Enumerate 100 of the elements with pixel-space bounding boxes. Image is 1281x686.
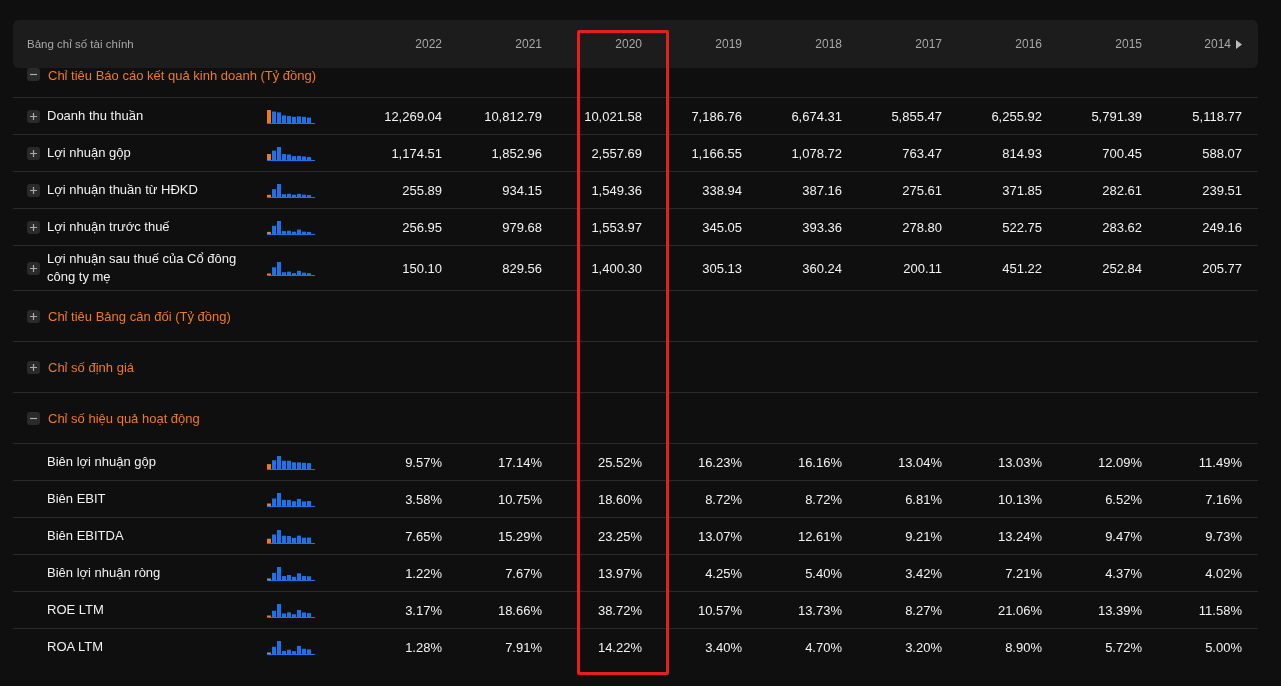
table-cell-text: 7.16% [1204, 491, 1242, 507]
expand-button[interactable] [27, 220, 40, 234]
table-cell-text: 371.85 [1001, 182, 1042, 198]
table-cell-text: 5,118.77 [1191, 108, 1242, 124]
section-title[interactable]: Chỉ số hiệu quả hoạt động [48, 410, 200, 426]
table-cell-text: 3.42% [904, 565, 942, 581]
table-cell-text: 13.07% [696, 528, 742, 544]
table-cell-text: 5,791.39 [1090, 108, 1142, 124]
table-cell-text: 3.17% [404, 602, 442, 618]
table-cell-text: 2,557.69 [590, 145, 642, 161]
table-cell-text: 13.03% [996, 454, 1042, 470]
table-cell-text: 10.57% [696, 602, 742, 618]
caret-right-icon[interactable] [1236, 39, 1242, 49]
toggle-button[interactable] [27, 68, 40, 81]
table-cell-text: 10,021.58 [583, 108, 642, 124]
table-cell-text: 345.05 [701, 219, 742, 235]
section-title[interactable]: Chỉ tiêu Báo cáo kết quả kinh doanh (Tỷ đồng) [48, 68, 317, 83]
table-cell-text: 4.70% [804, 639, 842, 655]
table-cell-text: 16.23% [696, 454, 742, 470]
expand-button[interactable] [27, 183, 40, 197]
table-cell-text: 275.61 [901, 182, 942, 198]
table-cell-text: 13.39% [1096, 602, 1142, 618]
table-cell-text: 23.25% [596, 528, 642, 544]
year-header: 2020 [614, 37, 642, 51]
table-cell-text: 12.61% [796, 528, 842, 544]
table-cell-text: 6,674.31 [790, 108, 842, 124]
table-cell-text: 5.72% [1104, 639, 1142, 655]
table-cell-text: 9.57% [404, 454, 442, 470]
table-cell-text: 1,549.36 [590, 182, 642, 198]
plus-icon [29, 148, 38, 158]
plus-icon [29, 311, 38, 321]
table-cell-text: 5.40% [804, 565, 842, 581]
table-cell-text: 387.16 [801, 182, 842, 198]
table-cell-text: 12,269.04 [383, 108, 442, 124]
table-cell-text: 278.80 [901, 219, 942, 235]
table-cell-text: 522.75 [1001, 219, 1042, 235]
table-cell-text: 305.13 [701, 260, 742, 276]
table-cell-text: 3.40% [704, 639, 742, 655]
table-cell-text: 829.56 [501, 260, 542, 276]
sparkline-drawing [267, 260, 315, 276]
sparkline-drawing [267, 528, 315, 544]
table-cell-text: 6.81% [904, 491, 942, 507]
table-cell-text: 18.60% [596, 491, 642, 507]
table-cell-text: 200.11 [902, 260, 942, 276]
section-title[interactable]: Chỉ số định giá [48, 359, 134, 375]
row-label: Doanh thu thuần [47, 107, 144, 125]
table-cell-text: 249.16 [1201, 219, 1242, 235]
row-label: Biên lợi nhuận ròng [47, 564, 161, 582]
table-cell-text: 205.77 [1201, 260, 1242, 276]
table-cell-text: 1,400.30 [590, 260, 642, 276]
table-cell-text: 10,812.79 [483, 108, 542, 124]
plus-icon [29, 222, 38, 232]
table-cell-text: 7.21% [1004, 565, 1042, 581]
section-title[interactable]: Chỉ tiêu Bảng cân đối (Tỷ đồng) [48, 308, 231, 324]
table-cell-text: 18.66% [496, 602, 542, 618]
table-cell-text: 338.94 [701, 182, 742, 198]
table-cell-text: 15.29% [496, 528, 542, 544]
table-cell-text: 1,553.97 [590, 219, 642, 235]
table-cell-text: 11.49% [1197, 454, 1242, 470]
table-cell-text: 12.09% [1096, 454, 1142, 470]
sparkline-drawing [267, 602, 315, 618]
toggle-button[interactable] [27, 360, 40, 374]
table-cell-text: 7.65% [404, 528, 442, 544]
table-cell-text: 252.84 [1101, 260, 1142, 276]
table-cell-text: 8.72% [704, 491, 742, 507]
expand-button[interactable] [27, 261, 40, 275]
year-header: 2019 [714, 37, 742, 51]
table-cell-text: 3.58% [404, 491, 442, 507]
table-cell-text: 25.52% [596, 454, 642, 470]
table-cell-text: 9.21% [904, 528, 942, 544]
table-cell-text: 13.73% [796, 602, 842, 618]
table-cell-text: 150.10 [401, 260, 442, 276]
table-cell-text: 1,078.72 [790, 145, 842, 161]
table-cell-text: 8.27% [904, 602, 942, 618]
plus-icon [29, 111, 38, 121]
row-label: Lợi nhuận sau thuế của Cổ đông công ty mẹ [47, 250, 238, 286]
table-cell-text: 1.22% [404, 565, 442, 581]
expand-button[interactable] [27, 146, 40, 160]
expand-button[interactable] [27, 109, 40, 123]
toggle-button[interactable] [27, 309, 40, 323]
table-cell-text: 451.22 [1001, 260, 1042, 276]
row-label: Lợi nhuận gộp [47, 144, 131, 162]
sparkline-drawing [267, 565, 315, 581]
table-cell-text: 763.47 [901, 145, 942, 161]
table-cell-text: 10.75% [496, 491, 542, 507]
table-cell-text: 5,855.47 [890, 108, 942, 124]
table-cell-text: 4.37% [1104, 565, 1142, 581]
sparkline-drawing [267, 639, 315, 655]
table-cell-text: 10.13% [996, 491, 1042, 507]
sparkline-drawing [267, 145, 315, 161]
table-cell-text: 9.47% [1104, 528, 1142, 544]
table-cell-text: 1,174.51 [390, 145, 442, 161]
table-cell-text: 16.16% [796, 454, 842, 470]
table-cell-text: 282.61 [1101, 182, 1142, 198]
table-title: Bảng chỉ số tài chính [27, 38, 135, 50]
year-header: 2015 [1114, 37, 1142, 51]
table-cell-text: 38.72% [596, 602, 642, 618]
table-cell-text: 7.91% [504, 639, 542, 655]
toggle-button[interactable] [27, 411, 40, 425]
year-header: 2022 [414, 37, 442, 51]
